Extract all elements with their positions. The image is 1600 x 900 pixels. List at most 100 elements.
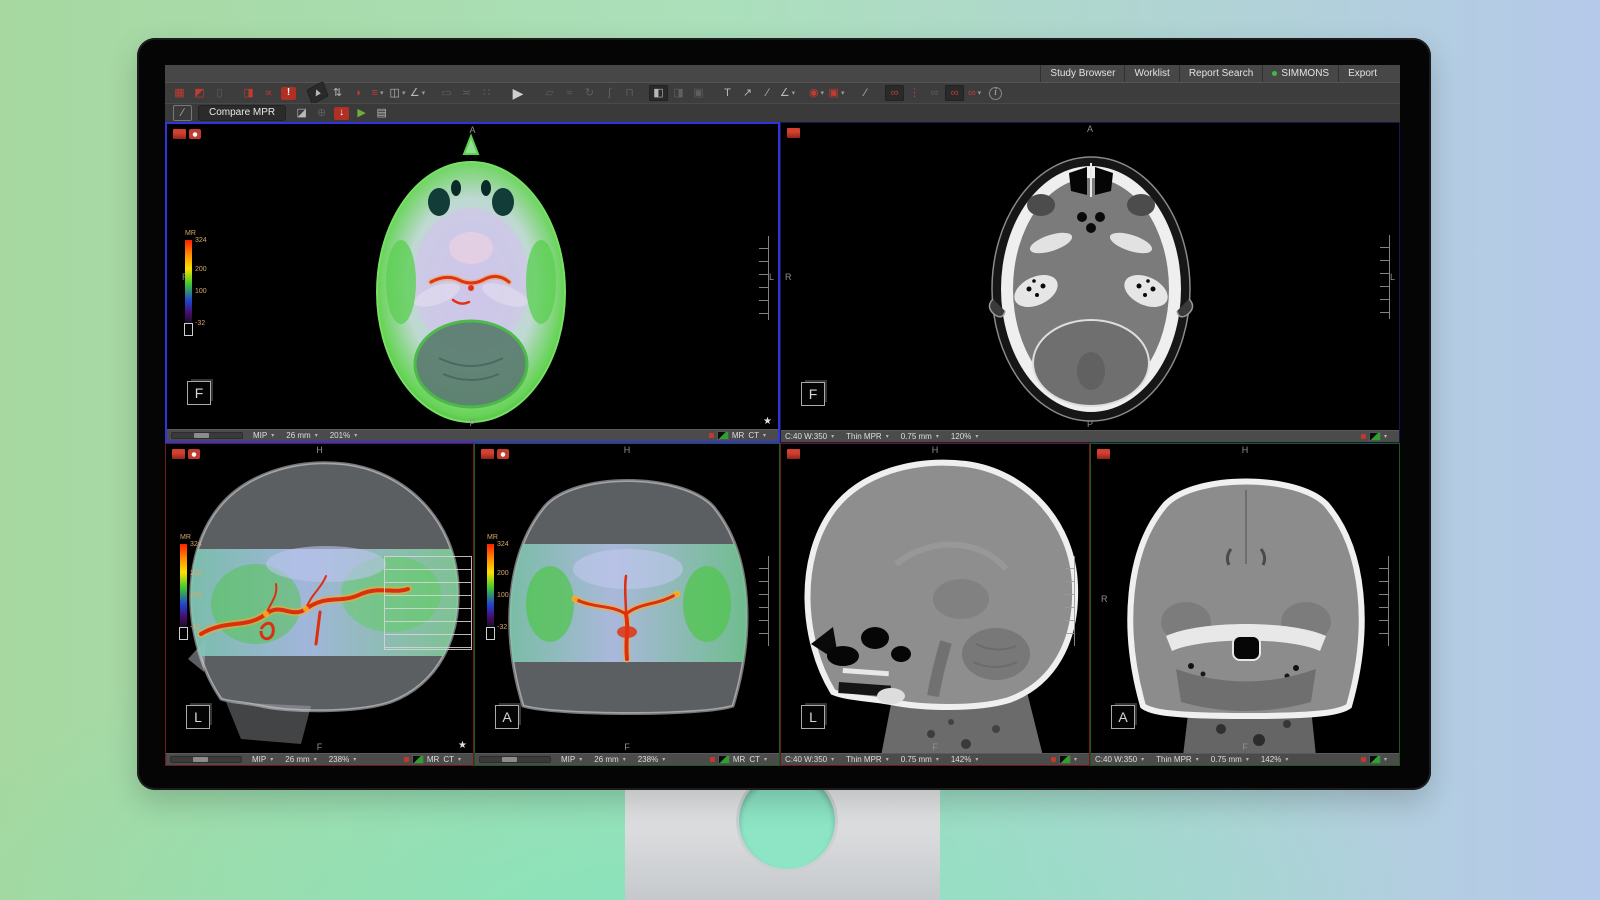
slab-thickness[interactable]: 0.75 mm: [1211, 755, 1242, 764]
capture-icon[interactable]: [497, 449, 509, 459]
hanging-protocol-icon[interactable]: ≡: [368, 85, 387, 101]
zoom-level[interactable]: 142%: [1261, 755, 1281, 764]
menu-report-search[interactable]: Report Search: [1179, 65, 1262, 82]
edit-protocol-icon[interactable]: ∕: [173, 105, 192, 121]
export-image-icon[interactable]: ▣: [827, 85, 846, 101]
grid-layout-icon[interactable]: ◫: [388, 85, 407, 101]
text-annotation-icon[interactable]: T: [718, 85, 737, 101]
viewport-sagittal-fused-image[interactable]: H F MR 324 200 100 -32 L ★: [166, 444, 473, 753]
sync-link-icon[interactable]: ∞: [945, 85, 964, 101]
viewport-sagittal-fused[interactable]: H F MR 324 200 100 -32 L ★: [165, 443, 474, 766]
slice-slider[interactable]: [170, 756, 242, 763]
slab-thickness[interactable]: 26 mm: [594, 755, 618, 764]
zoom-level[interactable]: 238%: [638, 755, 658, 764]
menu-study-browser[interactable]: Study Browser: [1040, 65, 1124, 82]
rotate-icon[interactable]: ↻: [580, 85, 599, 101]
modality-ct[interactable]: CT: [749, 755, 760, 764]
pin-icon[interactable]: ⊕: [312, 105, 331, 121]
window-level[interactable]: C:40 W:350: [785, 755, 827, 764]
render-preset[interactable]: MIP: [253, 431, 267, 440]
capture-icon[interactable]: [188, 449, 200, 459]
modality-mr[interactable]: MR: [732, 431, 744, 440]
slab-thickness[interactable]: 26 mm: [286, 431, 310, 440]
link-series-icon[interactable]: ∞: [885, 85, 904, 101]
series-icon[interactable]: [787, 449, 800, 459]
slice-slider[interactable]: [171, 432, 243, 439]
layout-icon[interactable]: ▦: [170, 85, 189, 101]
open-study-icon[interactable]: ◩: [190, 85, 209, 101]
browse-thumbnails-icon[interactable]: ◨: [239, 85, 258, 101]
slab-icon[interactable]: ≈: [560, 85, 579, 101]
render-preset[interactable]: MIP: [561, 755, 575, 764]
zoom-level[interactable]: 120%: [951, 432, 971, 441]
series-icon[interactable]: [481, 449, 494, 459]
menu-user-simmons[interactable]: SIMMONS: [1262, 65, 1338, 82]
slider-thumb[interactable]: [193, 757, 208, 762]
link-views-icon[interactable]: ◧: [649, 85, 668, 101]
green-flag-icon[interactable]: ▶: [352, 105, 371, 121]
window-level-icon[interactable]: ◑: [348, 85, 367, 101]
measure-tools-icon[interactable]: ∠: [408, 85, 427, 101]
auto-link-icon[interactable]: ∞: [925, 85, 944, 101]
viewport-sagittal-ct-image[interactable]: H F L: [781, 444, 1089, 753]
key-image-star-icon[interactable]: ★: [458, 740, 467, 751]
window-level[interactable]: C:40 W:350: [785, 432, 827, 441]
alert-icon[interactable]: !: [281, 87, 296, 100]
report-icon[interactable]: ▯: [210, 85, 229, 101]
menu-export[interactable]: Export: [1338, 65, 1386, 82]
viewport-coronal-fused-image[interactable]: H F R MR 324 200 100 -32 A: [475, 444, 779, 753]
slider-thumb[interactable]: [194, 433, 209, 438]
series-icon[interactable]: [172, 449, 185, 459]
window-level[interactable]: C:40 W:350: [1095, 755, 1137, 764]
grid-edit-icon[interactable]: ◪: [292, 105, 311, 121]
render-preset[interactable]: MIP: [252, 755, 266, 764]
pointer-tool-icon[interactable]: ▲: [306, 81, 328, 105]
key-image-star-icon[interactable]: ★: [763, 416, 772, 427]
link-options-icon[interactable]: ∞: [965, 85, 984, 101]
segment-icon[interactable]: ⊓: [620, 85, 639, 101]
info-icon[interactable]: i: [989, 87, 1002, 100]
snapshot-icon[interactable]: ◉: [807, 85, 826, 101]
modality-ct[interactable]: CT: [748, 431, 759, 440]
viewport-axial-fused[interactable]: A P R L MR 324 200 100 -32 F ★: [165, 122, 780, 443]
angle-measure-icon[interactable]: ∠: [778, 85, 797, 101]
mpr-icon[interactable]: ▱: [540, 85, 559, 101]
spine-label-icon[interactable]: ⋮: [905, 85, 924, 101]
tool-b-icon[interactable]: ≍: [457, 85, 476, 101]
slab-thickness[interactable]: 0.75 mm: [901, 755, 932, 764]
render-preset[interactable]: Thin MPR: [1156, 755, 1192, 764]
modality-ct[interactable]: CT: [443, 755, 454, 764]
viewport-axial-fused-image[interactable]: A P R L MR 324 200 100 -32 F ★: [167, 124, 778, 429]
series-icon[interactable]: [173, 129, 186, 139]
modality-mr[interactable]: MR: [427, 755, 439, 764]
render-preset[interactable]: Thin MPR: [846, 755, 882, 764]
zoom-level[interactable]: 201%: [330, 431, 350, 440]
modality-mr[interactable]: MR: [733, 755, 745, 764]
series-icon[interactable]: [1097, 449, 1110, 459]
viewport-sagittal-ct[interactable]: H F L C: [780, 443, 1090, 766]
slice-slider[interactable]: [479, 756, 551, 763]
tool-c-icon[interactable]: ∷: [477, 85, 496, 101]
stack-scroll-icon[interactable]: ⇅: [328, 85, 347, 101]
patient-record-icon[interactable]: ▤: [372, 105, 391, 121]
viewport-axial-ct-image[interactable]: A P R L F: [781, 123, 1399, 430]
viewport-coronal-ct-image[interactable]: H F R A: [1091, 444, 1399, 753]
compare-mpr-button[interactable]: Compare MPR: [198, 105, 286, 121]
scalpel-icon[interactable]: ∕: [856, 85, 875, 101]
render-preset[interactable]: Thin MPR: [846, 432, 882, 441]
zoom-level[interactable]: 238%: [329, 755, 349, 764]
slab-thickness[interactable]: 0.75 mm: [901, 432, 932, 441]
viewport-coronal-ct[interactable]: H F R A C:40 W:350▾ Th: [1090, 443, 1400, 766]
slider-thumb[interactable]: [502, 757, 517, 762]
arrow-annotation-icon[interactable]: ↗: [738, 85, 757, 101]
review-glasses-icon[interactable]: ∝: [259, 85, 278, 101]
capture-icon[interactable]: [189, 129, 201, 139]
viewport-axial-ct[interactable]: A P R L F: [780, 122, 1400, 443]
curve-icon[interactable]: ∫: [600, 85, 619, 101]
series-icon[interactable]: [787, 128, 800, 138]
unlink-views-icon[interactable]: ◨: [669, 85, 688, 101]
import-series-icon[interactable]: ↓: [334, 107, 349, 120]
menu-worklist[interactable]: Worklist: [1124, 65, 1178, 82]
tool-a-icon[interactable]: ▭: [437, 85, 456, 101]
viewport-coronal-fused[interactable]: H F R MR 324 200 100 -32 A: [474, 443, 780, 766]
